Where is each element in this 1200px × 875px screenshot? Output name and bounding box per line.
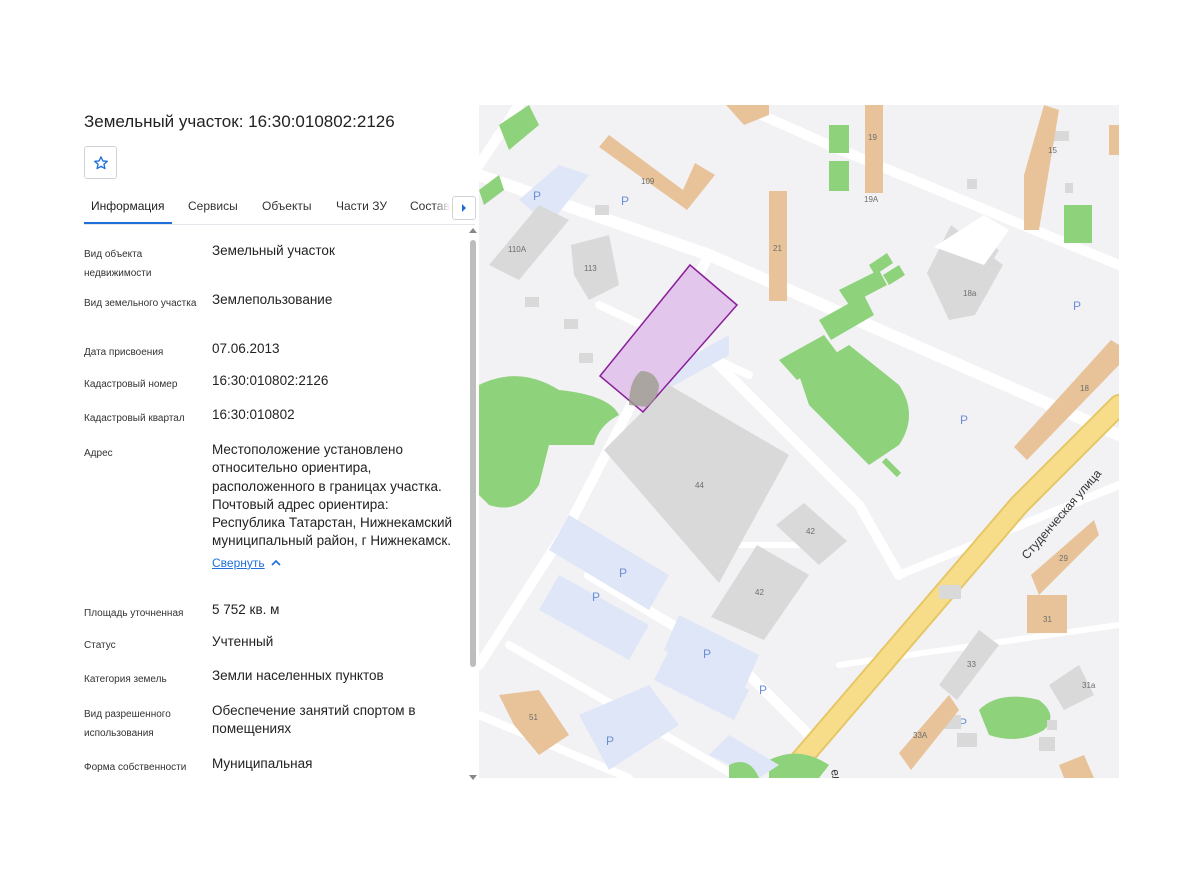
- tabs-next-button[interactable]: [452, 196, 476, 220]
- parking-icon: P: [533, 189, 541, 203]
- detail-value: Земли населенных пунктов: [212, 668, 384, 683]
- map-canvas[interactable]: Студенческая улица ел P P P P P P P P P …: [479, 105, 1119, 778]
- house-number: 18: [1080, 384, 1089, 393]
- address-value-block: Местоположение установлено относительно …: [212, 441, 464, 572]
- house-number: 44: [695, 481, 704, 490]
- detail-value: Земельный участок: [212, 243, 335, 258]
- tab-information[interactable]: Информация: [91, 199, 164, 213]
- house-number: 31: [1043, 615, 1052, 624]
- collapse-link-label: Свернуть: [212, 555, 265, 570]
- detail-label: Категория земель: [84, 674, 167, 685]
- detail-value: Обеспечение занятий спортом в помещениях: [212, 703, 416, 737]
- detail-value: Муниципальная: [212, 756, 313, 771]
- house-number: 15: [1048, 146, 1057, 155]
- map-view[interactable]: Студенческая улица ел P P P P P P P P P …: [479, 105, 1119, 778]
- detail-label: Вид земельного участка: [84, 298, 197, 309]
- house-number: 19А: [864, 195, 879, 204]
- parking-icon: P: [703, 647, 711, 661]
- house-number: 31а: [1082, 681, 1096, 690]
- house-number: 42: [806, 527, 815, 536]
- scroll-down-arrow-icon[interactable]: [469, 775, 477, 780]
- detail-value: 07.06.2013: [212, 341, 280, 356]
- page-title: Земельный участок: 16:30:010802:2126: [84, 112, 395, 131]
- detail-label: Статус: [84, 640, 116, 651]
- detail-label: Вид объекта недвижимости: [84, 249, 152, 279]
- detail-value: 16:30:010802: [212, 407, 295, 422]
- house-number: 42: [755, 588, 764, 597]
- house-number: 21: [773, 244, 782, 253]
- tab-fade: [434, 192, 450, 223]
- parking-icon: P: [621, 194, 629, 208]
- detail-label: Дата присвоения: [84, 347, 164, 358]
- tab-services[interactable]: Сервисы: [188, 199, 238, 213]
- detail-label: Площадь уточненная: [84, 608, 184, 619]
- detail-label: Форма собственности: [84, 762, 187, 773]
- detail-label: Адрес: [84, 448, 113, 459]
- house-number: 113: [584, 264, 597, 273]
- chevron-right-icon: [462, 204, 466, 212]
- tab-parts[interactable]: Части ЗУ: [336, 199, 387, 213]
- parking-icon: P: [960, 413, 968, 427]
- detail-value: 16:30:010802:2126: [212, 373, 329, 388]
- address-value: Местоположение установлено относительно …: [212, 442, 453, 549]
- favorite-button[interactable]: [84, 146, 117, 179]
- parking-icon: P: [619, 566, 627, 580]
- house-number: 29: [1059, 554, 1068, 563]
- parking-icon: P: [759, 683, 767, 697]
- detail-value: 5 752 кв. м: [212, 602, 280, 617]
- scroll-up-arrow-icon[interactable]: [469, 228, 477, 233]
- active-tab-indicator: [84, 222, 172, 224]
- scrollbar[interactable]: [469, 228, 477, 780]
- scroll-thumb[interactable]: [470, 240, 476, 667]
- street-label-fragment: ел: [828, 768, 844, 778]
- house-number: 109: [641, 177, 655, 186]
- tab-objects[interactable]: Объекты: [262, 199, 312, 213]
- chevron-up-icon: [271, 560, 281, 566]
- detail-label: Кадастровый квартал: [84, 413, 185, 424]
- tab-bar: Информация Сервисы Объекты Части ЗУ Сост…: [84, 192, 476, 225]
- parking-icon: P: [592, 590, 600, 604]
- info-panel: Земельный участок: 16:30:010802:2126 Инф…: [84, 104, 478, 780]
- parking-icon: P: [606, 734, 614, 748]
- detail-value: Учтенный: [212, 634, 274, 649]
- house-number: 33А: [913, 731, 928, 740]
- parking-icon: P: [1073, 299, 1081, 313]
- house-number: 33: [967, 660, 976, 669]
- detail-value: Землепользование: [212, 292, 333, 307]
- house-number: 110А: [508, 245, 527, 254]
- detail-label: Кадастровый номер: [84, 379, 178, 390]
- star-icon: [93, 155, 108, 169]
- house-number: 18а: [963, 289, 977, 298]
- detail-label: Вид разрешенного использования: [84, 709, 171, 739]
- collapse-address-link[interactable]: Свернуть: [212, 554, 281, 572]
- house-number: 19: [868, 133, 877, 142]
- house-number: 51: [529, 713, 538, 722]
